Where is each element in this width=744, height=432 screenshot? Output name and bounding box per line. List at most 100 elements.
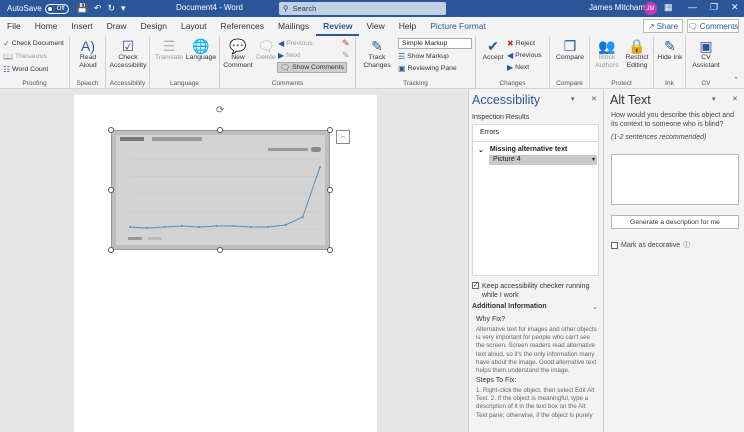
generate-description-button[interactable]: Generate a description for me [611,215,739,229]
legend-entry-2 [148,237,162,240]
show-comments-button[interactable]: 🗨 Show Comments [277,62,347,73]
check-accessibility-button[interactable]: ☑ Check Accessibility [108,38,148,70]
tab-insert[interactable]: Insert [64,17,99,36]
thesaurus-label: Thesaurus [14,53,48,60]
translate-button[interactable]: ☰ Translate [153,38,185,62]
spellcheck-icon: ✓ [3,39,10,48]
collapse-ribbon-icon[interactable]: ⌃ [733,76,739,84]
protect-group: 👥 Block Authors 🔒 Restrict Editing Protect [590,36,654,89]
read-aloud-button[interactable]: A) Read Aloud [74,38,102,70]
hide-ink-label: Hide Ink [657,54,683,61]
search-placeholder: Search [292,4,317,13]
alt-text-pane-title: Alt Text [610,93,651,107]
previous-change-button[interactable]: ◀ Previous [507,50,542,61]
chart-svg [116,135,325,245]
cv-assistant-button[interactable]: ▣ CV Assistant [688,38,724,70]
comment-icon: 🗨 [687,21,698,31]
chevron-down-icon[interactable]: ⌄ [592,303,598,311]
comments-button[interactable]: 🗨 Comments [687,19,739,33]
close-pane-icon[interactable]: ✕ [732,95,738,103]
language-group: ☰ Translate 🌐 Language Language [150,36,220,89]
accept-button[interactable]: ✔ Accept [480,38,506,62]
resize-handle-nw[interactable] [108,127,114,133]
save-icon[interactable]: 💾 [77,3,88,14]
share-button[interactable]: ↗ Share [643,19,683,33]
undo-icon[interactable]: ↶ [94,3,102,14]
markup-select[interactable]: Simple Markup [398,38,472,49]
resize-handle-se[interactable] [327,247,333,253]
ink-comment-eraser-icon[interactable]: ✎ [342,50,350,61]
customize-toolbar-icon[interactable]: ▾ [121,3,126,14]
restrict-editing-button[interactable]: 🔒 Restrict Editing [622,38,652,70]
minimize-icon[interactable]: — [688,2,697,12]
resize-handle-s[interactable] [217,247,223,253]
tab-view[interactable]: View [359,17,391,36]
mark-decorative-option[interactable]: Mark as decorative ⓘ [611,240,690,250]
keep-running-checkbox[interactable]: ✓ [472,282,479,289]
redo-icon[interactable]: ↻ [107,3,115,14]
ribbon-tabs: File Home Insert Draw Design Layout Refe… [0,17,744,36]
reject-button[interactable]: ✖ Reject [507,38,535,49]
autosave-toggle[interactable]: Off [44,3,69,14]
delete-comment-button[interactable]: 🗨 Delete [254,38,278,62]
previous-comment-button[interactable]: ◀ Previous [278,38,313,49]
close-icon[interactable]: ✕ [731,2,739,13]
reviewing-pane-button[interactable]: ▣ Reviewing Pane [398,63,457,74]
show-markup-button[interactable]: ☰ Show Markup [398,51,449,62]
thesaurus-button[interactable]: 📖 Thesaurus [3,51,47,62]
tab-mailings[interactable]: Mailings [271,17,316,36]
tab-references[interactable]: References [214,17,271,36]
tab-home[interactable]: Home [28,17,65,36]
resize-handle-n[interactable] [217,127,223,133]
legend-entry-1 [128,237,142,240]
compare-button-label: Compare [556,54,584,61]
close-pane-icon[interactable]: ✕ [591,95,597,103]
tab-picture-format[interactable]: Picture Format [423,17,493,36]
search-input[interactable]: ⚲ Search [279,2,446,15]
compare-button[interactable]: ❐ Compare [553,38,587,62]
pane-options-icon[interactable]: ▾ [712,95,716,103]
tab-help[interactable]: Help [392,17,423,36]
data-point [146,227,149,229]
user-name[interactable]: James Mitcham [589,3,645,12]
resize-handle-sw[interactable] [108,247,114,253]
ribbon-display-icon[interactable]: ▦ [664,2,673,13]
block-authors-button[interactable]: 👥 Block Authors [592,38,622,70]
resize-handle-ne[interactable] [327,127,333,133]
rotate-handle-icon[interactable]: ⟳ [216,105,224,116]
next-comment-button[interactable]: ▶ Next [278,50,300,61]
tab-layout[interactable]: Layout [174,17,214,36]
resize-handle-w[interactable] [108,187,114,193]
list-item[interactable]: Picture 4 ▾ [489,155,597,165]
additional-information-heading[interactable]: Additional Information [472,303,547,310]
check-document-button[interactable]: ✓ Check Document [3,38,64,49]
dropdown-arrow-icon[interactable]: ▾ [592,155,595,165]
reviewing-pane-label: Reviewing Pane [407,65,457,72]
tab-draw[interactable]: Draw [100,17,134,36]
new-comment-label: New Comment [223,54,253,69]
mark-decorative-checkbox[interactable] [611,241,618,249]
language-button[interactable]: 🌐 Language [185,38,217,62]
tab-review[interactable]: Review [316,17,360,36]
tab-design[interactable]: Design [134,17,174,36]
track-changes-button[interactable]: ✎ Track Changes [360,38,394,70]
hide-ink-button[interactable]: ✎ Hide Ink [657,38,683,62]
missing-alt-text-group[interactable]: ⌄ Missing alternative text [478,146,567,154]
layout-options-icon[interactable]: ⌢ [336,130,350,144]
new-comment-button[interactable]: 💬 New Comment [222,38,254,70]
keep-running-option[interactable]: ✓ Keep accessibility checker running whi… [472,282,600,300]
ink-comment-icon[interactable]: ✎ [342,38,350,49]
avatar[interactable]: JM [644,2,657,15]
next-change-button[interactable]: ▶ Next [507,62,529,73]
alt-text-recommendation: (1-2 sentences recommended) [611,134,707,141]
alt-text-input[interactable] [611,154,739,205]
tab-file[interactable]: File [0,17,28,36]
chart-picture[interactable] [111,130,330,250]
restore-icon[interactable]: ❐ [710,2,718,13]
resize-handle-e[interactable] [327,187,333,193]
autosave-control[interactable]: AutoSave Off [7,3,69,14]
word-count-button[interactable]: ☷ Word Count [3,64,48,75]
pane-options-icon[interactable]: ▾ [571,95,575,103]
info-icon[interactable]: ⓘ [683,240,690,250]
data-point [215,225,218,227]
